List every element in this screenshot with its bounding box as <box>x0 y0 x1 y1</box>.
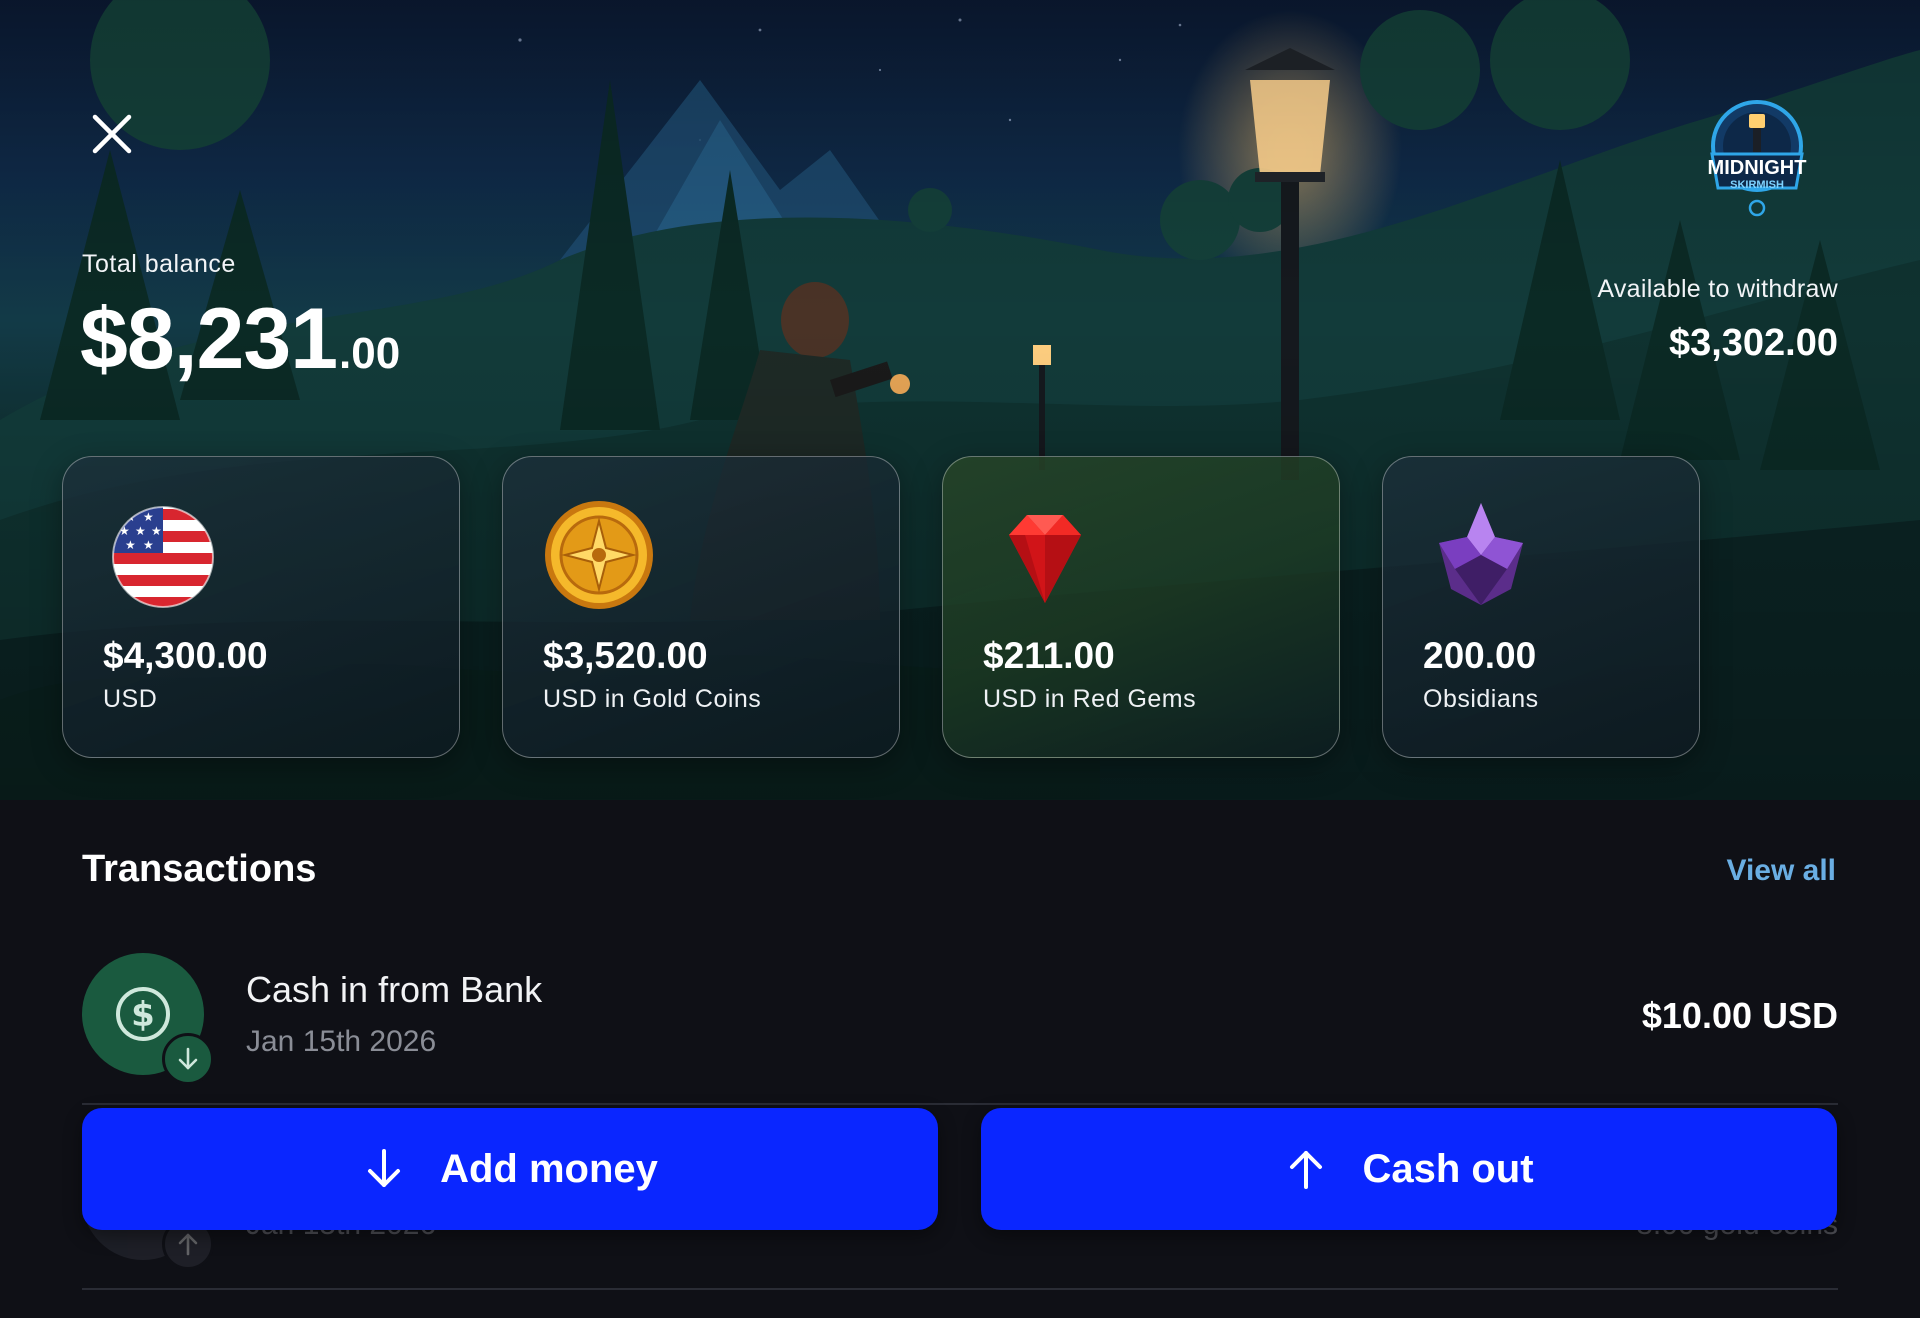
add-money-button[interactable]: Add money <box>82 1108 938 1230</box>
add-money-label: Add money <box>440 1146 658 1191</box>
svg-text:$: $ <box>131 995 155 1035</box>
cash-out-label: Cash out <box>1362 1146 1534 1191</box>
obsidian-icon <box>1431 503 1539 613</box>
arrow-down-icon <box>368 1149 401 1187</box>
svg-text:★: ★ <box>151 524 162 538</box>
card-unit: Obsidians <box>1423 685 1539 713</box>
transaction-row[interactable]: $ Cash in from Bank Jan 15th 2026 $10.00… <box>82 953 1838 1133</box>
total-balance-dollars: $8,231 <box>80 291 338 387</box>
transaction-amount: $10.00 USD <box>1641 995 1838 1036</box>
available-to-withdraw-label: Available to withdraw <box>1597 275 1838 303</box>
red-gem-icon <box>991 505 1099 613</box>
divider <box>82 1103 1838 1105</box>
hero-banner: Total balance $8,231.00 MIDNIGHT SKIRMIS… <box>0 0 1920 800</box>
card-amount: 200.00 <box>1423 635 1537 676</box>
total-balance-label: Total balance <box>82 250 236 278</box>
currency-cards: ★ ★ ★ ★ ★ ★ ★ $4,300.00 USD $3,520.00 US… <box>62 456 1702 758</box>
transaction-date: Jan 15th 2026 <box>246 1025 437 1058</box>
card-amount: $4,300.00 <box>103 635 268 676</box>
card-usd[interactable]: ★ ★ ★ ★ ★ ★ ★ $4,300.00 USD <box>62 456 460 758</box>
svg-text:★: ★ <box>135 524 146 538</box>
total-balance-value: $8,231.00 <box>80 296 400 382</box>
svg-text:★: ★ <box>125 538 136 552</box>
card-unit: USD in Red Gems <box>983 685 1197 713</box>
logo-line2: SKIRMISH <box>1730 179 1784 191</box>
logo-line1: MIDNIGHT <box>1708 157 1807 179</box>
svg-text:★: ★ <box>143 510 154 524</box>
total-balance-cents: .00 <box>339 329 401 378</box>
arrow-up-icon <box>1290 1151 1323 1189</box>
divider <box>82 1288 1838 1290</box>
gold-coin-icon <box>545 501 659 613</box>
cash-out-button[interactable]: Cash out <box>981 1108 1837 1230</box>
arrow-down-icon <box>162 1033 214 1085</box>
view-all-link[interactable]: View all <box>1726 854 1836 888</box>
card-amount: $3,520.00 <box>543 635 708 676</box>
card-amount: $211.00 <box>983 635 1115 676</box>
card-unit: USD <box>103 685 158 713</box>
us-flag-icon: ★ ★ ★ ★ ★ ★ ★ <box>111 505 219 613</box>
close-button[interactable] <box>84 106 140 162</box>
card-gold-coins[interactable]: $3,520.00 USD in Gold Coins <box>502 456 900 758</box>
card-obsidians[interactable]: 200.00 Obsidians <box>1382 456 1700 758</box>
close-icon <box>92 114 132 154</box>
svg-text:★: ★ <box>143 538 154 552</box>
card-red-gems[interactable]: $211.00 USD in Red Gems <box>942 456 1340 758</box>
midnight-skirmish-logo: MIDNIGHT SKIRMISH <box>1690 96 1824 230</box>
card-unit: USD in Gold Coins <box>543 685 762 713</box>
transaction-title: Cash in from Bank <box>246 969 543 1010</box>
transactions-title: Transactions <box>82 848 317 890</box>
available-to-withdraw-value: $3,302.00 <box>1668 322 1838 364</box>
